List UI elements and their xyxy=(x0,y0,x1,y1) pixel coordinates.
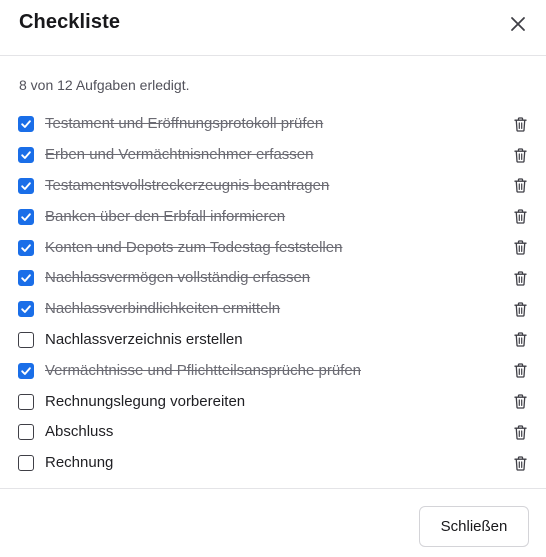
close-icon xyxy=(511,17,525,31)
checkbox-checked[interactable] xyxy=(18,270,34,287)
item-label: Testament und Eröffnungsprotokoll prüfen xyxy=(45,115,324,133)
delete-item-button[interactable] xyxy=(513,270,527,286)
item-label: Konten und Depots zum Todestag feststell… xyxy=(45,238,343,256)
checkbox-checked[interactable] xyxy=(18,116,34,133)
checkmark-icon xyxy=(21,151,31,160)
list-item: Vermächtnisse und Pflichtteilsansprüche … xyxy=(18,355,530,386)
trash-icon xyxy=(513,363,527,378)
checkmark-icon xyxy=(21,182,31,190)
checkbox-unchecked[interactable] xyxy=(18,424,34,441)
delete-item-button[interactable] xyxy=(513,363,527,379)
checkbox-unchecked[interactable] xyxy=(18,331,34,348)
trash-icon xyxy=(513,178,527,194)
list-item: Testament und Eröffnungsprotokoll prüfen xyxy=(18,109,530,140)
checkmark-icon xyxy=(21,120,31,129)
delete-item-button[interactable] xyxy=(513,301,527,317)
delete-item-button[interactable] xyxy=(513,116,527,132)
trash-icon xyxy=(513,425,527,440)
list-item: Testamentsvollstreckerzeugnis beantragen xyxy=(18,171,530,202)
close-button[interactable] xyxy=(506,12,530,36)
delete-item-button[interactable] xyxy=(513,424,527,440)
delete-item-button[interactable] xyxy=(513,178,527,194)
checkmark-icon xyxy=(21,243,31,252)
item-label: Abschluss xyxy=(45,423,114,441)
checkmark-icon xyxy=(21,274,31,283)
checkbox-checked[interactable] xyxy=(18,301,34,318)
checkmark-icon xyxy=(21,305,31,314)
item-label: Erben und Vermächtnisnehmer erfassen xyxy=(45,146,314,164)
trash-icon xyxy=(513,302,527,317)
checkbox-checked[interactable] xyxy=(18,239,34,256)
dialog-title: Checkliste xyxy=(19,11,121,33)
close-dialog-button[interactable]: Schließen xyxy=(419,506,529,547)
trash-icon xyxy=(513,332,527,348)
checkbox-unchecked[interactable] xyxy=(18,455,34,472)
delete-item-button[interactable] xyxy=(513,455,527,471)
delete-item-button[interactable] xyxy=(513,394,527,410)
delete-item-button[interactable] xyxy=(513,209,527,225)
progress-text: 8 von 12 Aufgaben erledigt. xyxy=(19,77,190,93)
list-item: Nachlassvermögen vollständig erfassen xyxy=(18,263,530,294)
list-item: Rechnung xyxy=(18,448,530,479)
list-item: Banken über den Erbfall informieren xyxy=(18,201,530,232)
checklist-dialog: Checkliste 8 von 12 Aufgaben erledigt. T… xyxy=(0,0,546,557)
trash-icon xyxy=(513,271,527,286)
list-item: Nachlassverzeichnis erstellen xyxy=(18,325,530,356)
checkbox-checked[interactable] xyxy=(18,177,34,194)
list-item: Abschluss xyxy=(18,417,530,448)
list-item: Nachlassverbindlichkeiten ermitteln xyxy=(18,294,530,325)
checkbox-checked[interactable] xyxy=(18,362,34,379)
trash-icon xyxy=(513,148,527,163)
dialog-footer: Schließen xyxy=(0,488,546,557)
trash-icon xyxy=(513,394,527,409)
trash-icon xyxy=(513,240,527,255)
list-item: Konten und Depots zum Todestag feststell… xyxy=(18,232,530,263)
delete-item-button[interactable] xyxy=(513,332,527,348)
item-label: Rechnung xyxy=(45,454,114,472)
trash-icon xyxy=(513,456,527,471)
item-label: Rechnungslegung vorbereiten xyxy=(45,392,246,410)
item-label: Nachlassvermögen vollständig erfassen xyxy=(45,269,311,287)
checkbox-checked[interactable] xyxy=(18,208,34,225)
item-label: Banken über den Erbfall informieren xyxy=(45,207,286,225)
checklist: Testament und Eröffnungsprotokoll prüfen… xyxy=(18,109,530,479)
trash-icon xyxy=(513,209,527,224)
item-label: Nachlassverbindlichkeiten ermitteln xyxy=(45,300,281,318)
delete-item-button[interactable] xyxy=(513,240,527,256)
list-item: Rechnungslegung vorbereiten xyxy=(18,386,530,417)
dialog-body: 8 von 12 Aufgaben erledigt. Testament un… xyxy=(0,56,546,488)
delete-item-button[interactable] xyxy=(513,147,527,163)
item-label: Nachlassverzeichnis erstellen xyxy=(45,330,243,348)
item-label: Vermächtnisse und Pflichtteilsansprüche … xyxy=(45,361,362,379)
checkbox-unchecked[interactable] xyxy=(18,393,34,410)
checkmark-icon xyxy=(21,213,31,221)
dialog-header: Checkliste xyxy=(0,0,546,56)
checkmark-icon xyxy=(21,367,31,375)
trash-icon xyxy=(513,117,527,132)
checkbox-checked[interactable] xyxy=(18,147,34,164)
item-label: Testamentsvollstreckerzeugnis beantragen xyxy=(45,176,330,194)
list-item: Erben und Vermächtnisnehmer erfassen xyxy=(18,140,530,171)
